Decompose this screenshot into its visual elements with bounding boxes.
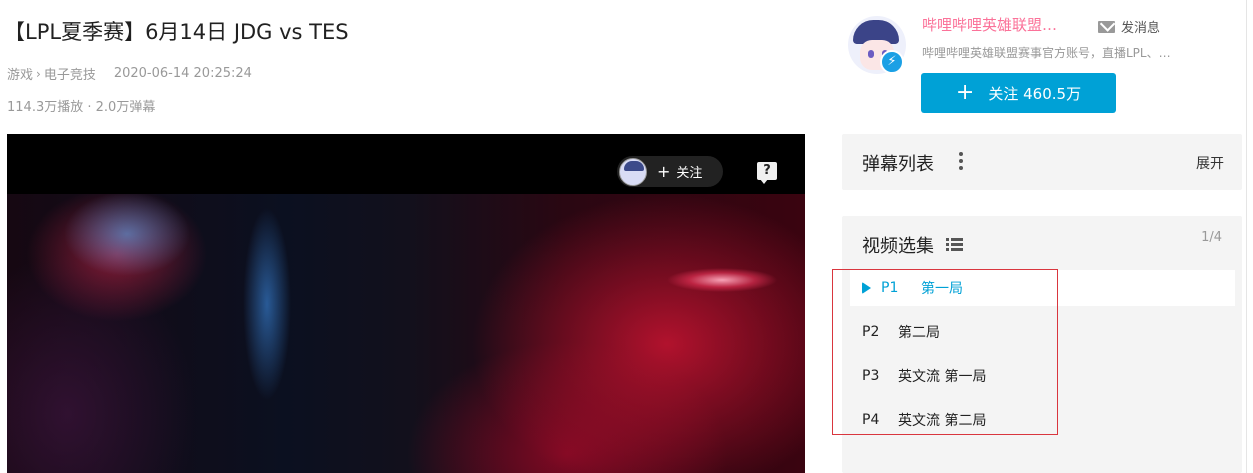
envelope-icon xyxy=(1098,20,1115,33)
episode-item-p3[interactable]: P3 英文流 第一局 xyxy=(850,358,1235,394)
episode-item-p4[interactable]: P4 英文流 第二局 xyxy=(850,402,1235,438)
video-title: 【LPL夏季赛】6月14日 JDG vs TES xyxy=(4,20,349,44)
publish-date: 2020-06-14 20:25:24 xyxy=(113,66,252,81)
episode-list-panel: 视频选集 1/4 P1 第一局 P2 第二局 P3 英文流 第一局 P4 英文流… xyxy=(842,216,1242,473)
episode-part: P1 xyxy=(881,280,899,296)
player-follow-button[interactable]: + 关注 xyxy=(617,156,723,187)
chevron-right-icon: › xyxy=(36,66,41,81)
episode-page-count: 1/4 xyxy=(1201,230,1222,245)
avatar-eye-left xyxy=(868,50,874,58)
uploader-name[interactable]: 哔哩哔哩英雄联盟… xyxy=(922,14,1057,35)
episode-title: 第一局 xyxy=(921,281,963,297)
episode-part: P3 xyxy=(862,368,880,384)
follow-button[interactable]: + 关注 460.5万 xyxy=(921,73,1116,113)
episode-part: P2 xyxy=(862,324,880,340)
episode-title: 第二局 xyxy=(898,325,940,341)
video-frame-light xyxy=(667,262,777,298)
playing-icon xyxy=(862,282,871,294)
danmaku-list-panel: 弹幕列表 展开 xyxy=(842,134,1242,190)
player-follow-label: 关注 xyxy=(676,166,703,181)
list-icon[interactable] xyxy=(946,238,963,252)
stats-separator: · xyxy=(87,100,92,115)
video-player[interactable]: + 关注 ? xyxy=(7,134,805,473)
follow-button-label: 关注 460.5万 xyxy=(988,84,1082,103)
help-icon[interactable]: ? xyxy=(757,162,777,184)
video-frame[interactable] xyxy=(7,194,805,473)
page-divider xyxy=(1246,0,1247,473)
plus-icon: + xyxy=(657,162,671,181)
episode-item-p1[interactable]: P1 第一局 xyxy=(850,270,1235,306)
view-count: 114.3万播放 xyxy=(7,100,84,115)
more-vertical-icon[interactable] xyxy=(959,152,963,170)
verified-lightning-icon: ⚡ xyxy=(880,50,904,74)
episode-title: 英文流 第二局 xyxy=(898,413,987,429)
plus-icon: + xyxy=(955,80,975,105)
expand-button[interactable]: 展开 xyxy=(1196,153,1224,173)
danmaku-list-title: 弹幕列表 xyxy=(862,154,934,175)
send-message-link[interactable]: 发消息 xyxy=(1098,17,1160,36)
episode-item-p2[interactable]: P2 第二局 xyxy=(850,314,1235,350)
episode-title: 英文流 第一局 xyxy=(898,369,987,385)
breadcrumb-subcategory[interactable]: 电子竞技 xyxy=(44,64,96,83)
send-message-label: 发消息 xyxy=(1121,21,1161,36)
episode-list-title: 视频选集 xyxy=(862,236,934,257)
video-stats: 114.3万播放 · 2.0万弹幕 xyxy=(7,96,155,115)
video-page: 【LPL夏季赛】6月14日 JDG vs TES 游戏 › 电子竞技 2020-… xyxy=(0,0,1253,473)
episode-part: P4 xyxy=(862,412,880,428)
player-uploader-avatar xyxy=(619,157,647,186)
danmaku-count: 2.0万弹幕 xyxy=(95,100,156,115)
uploader-description: 哔哩哔哩英雄联盟赛事官方账号，直播LPL、… xyxy=(922,46,1171,60)
episode-list-header: 视频选集 xyxy=(862,232,963,258)
video-meta: 游戏 › 电子竞技 2020-06-14 20:25:24 xyxy=(7,64,252,83)
breadcrumb-category[interactable]: 游戏 xyxy=(7,64,33,83)
